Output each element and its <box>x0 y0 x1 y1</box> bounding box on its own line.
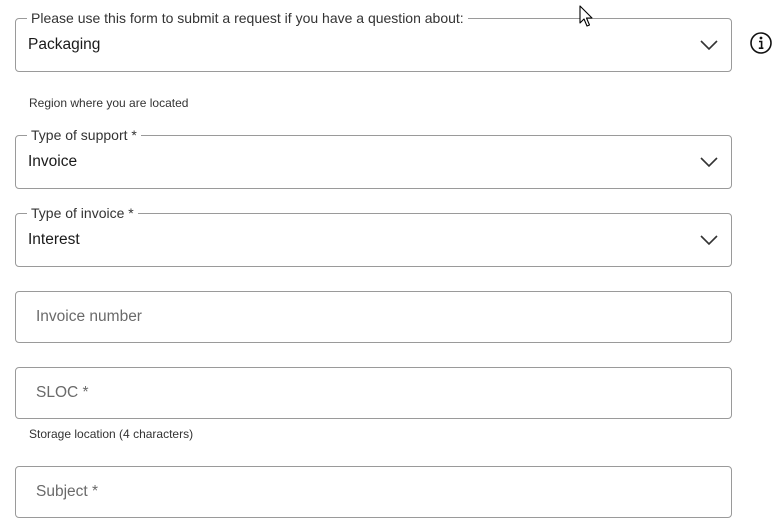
sloc-field[interactable]: SLOC * <box>15 367 732 419</box>
question-topic-select[interactable]: Please use this form to submit a request… <box>15 10 732 72</box>
support-request-form: Please use this form to submit a request… <box>0 0 783 527</box>
question-topic-value: Packaging <box>28 36 101 53</box>
invoice-number-field[interactable]: Invoice number <box>15 291 732 343</box>
subject-placeholder: Subject * <box>36 483 99 500</box>
sloc-helper-text: Storage location (4 characters) <box>29 427 194 441</box>
info-icon[interactable] <box>749 31 773 55</box>
subject-field[interactable]: Subject * <box>15 466 732 518</box>
chevron-down-icon[interactable] <box>699 156 719 168</box>
region-helper-text: Region where you are located <box>29 96 189 110</box>
support-type-value: Invoice <box>28 153 78 170</box>
support-type-select[interactable]: Type of support * Invoice <box>15 127 732 189</box>
invoice-number-placeholder: Invoice number <box>36 308 142 325</box>
chevron-down-icon[interactable] <box>699 39 719 51</box>
invoice-type-select[interactable]: Type of invoice * Interest <box>15 205 732 267</box>
chevron-down-icon[interactable] <box>699 234 719 246</box>
sloc-placeholder: SLOC * <box>36 384 89 401</box>
invoice-type-value: Interest <box>28 231 80 248</box>
